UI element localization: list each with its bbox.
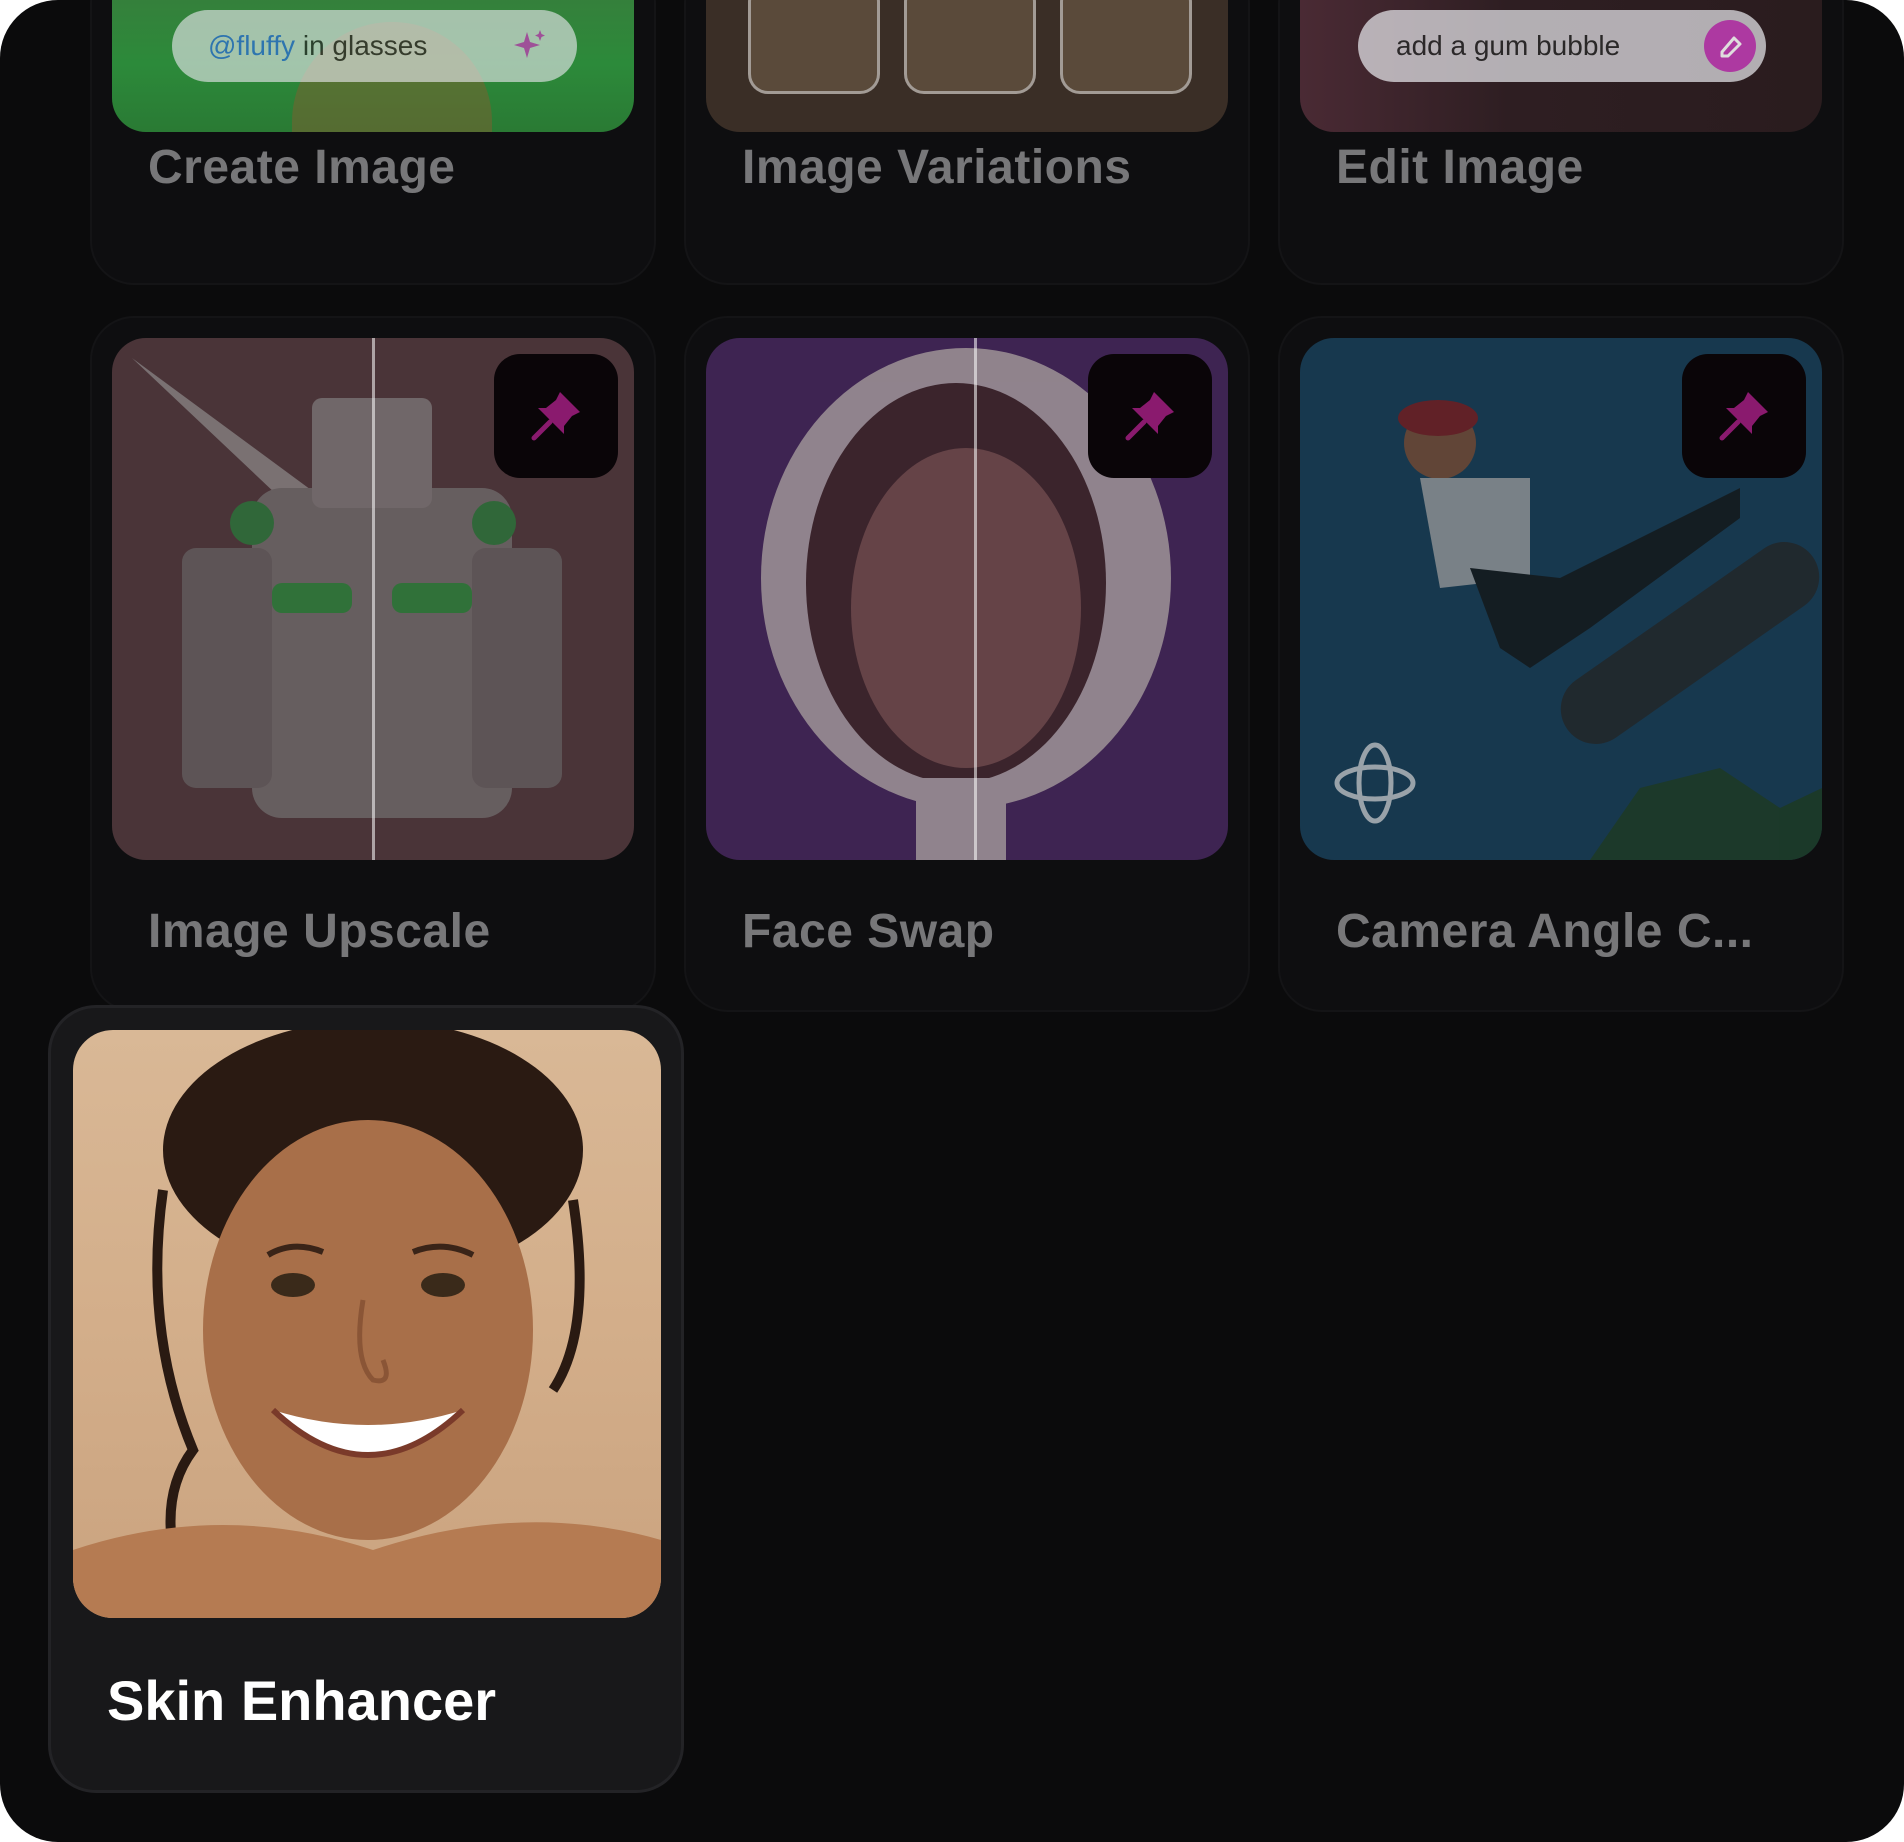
tool-card-create-image[interactable]: @fluffy in glasses Create Image — [90, 0, 656, 285]
camera-rotate-icon — [1334, 742, 1416, 824]
pushpin-icon — [1125, 392, 1174, 441]
face-swap-thumbnail — [706, 338, 1228, 860]
pin-button[interactable] — [494, 354, 618, 478]
pushpin-icon — [1719, 392, 1768, 441]
pin-button[interactable] — [1682, 354, 1806, 478]
tool-card-image-variations[interactable]: Image Variations — [684, 0, 1250, 285]
card-title: Face Swap — [742, 905, 995, 958]
image-upscale-thumbnail — [112, 338, 634, 860]
edit-image-thumbnail: add a gum bubble — [1300, 0, 1822, 132]
image-variations-thumbnail — [706, 0, 1228, 132]
smiling-woman-image — [73, 1030, 661, 1618]
variation-frame-2 — [904, 0, 1036, 94]
card-title: Camera Angle C... — [1336, 905, 1754, 958]
tool-card-camera-angle[interactable]: Camera Angle C... — [1278, 316, 1844, 1012]
variation-frame-3 — [1060, 0, 1192, 94]
skin-enhancer-thumbnail — [73, 1030, 661, 1618]
compare-divider[interactable] — [372, 338, 375, 860]
pushpin-icon — [531, 392, 580, 441]
tool-card-image-upscale[interactable]: Image Upscale — [90, 316, 656, 1012]
card-title: Create Image — [148, 141, 456, 194]
create-image-prompt: @fluffy in glasses — [172, 10, 577, 82]
variation-frame-1 — [748, 0, 880, 94]
sparkle-icon — [511, 28, 547, 71]
tools-panel: @fluffy in glasses Create Image Image Va… — [0, 0, 1904, 1842]
card-title: Image Variations — [742, 141, 1132, 194]
prompt-text: in glasses — [295, 30, 428, 61]
card-title: Image Upscale — [148, 905, 491, 958]
edit-image-prompt: add a gum bubble — [1358, 10, 1766, 82]
tool-card-edit-image[interactable]: add a gum bubble Edit Image — [1278, 0, 1844, 285]
prompt-mention: @fluffy — [208, 30, 296, 61]
create-image-thumbnail: @fluffy in glasses — [112, 0, 634, 132]
pin-button[interactable] — [1088, 354, 1212, 478]
tool-card-skin-enhancer[interactable]: Skin Enhancer — [48, 1005, 684, 1793]
card-title: Edit Image — [1336, 141, 1584, 194]
tool-card-face-swap[interactable]: Face Swap — [684, 316, 1250, 1012]
compare-divider[interactable] — [974, 338, 977, 860]
eraser-icon — [1704, 20, 1756, 72]
camera-angle-thumbnail — [1300, 338, 1822, 860]
card-title: Skin Enhancer — [107, 1669, 497, 1732]
prompt-text: add a gum bubble — [1396, 30, 1621, 61]
